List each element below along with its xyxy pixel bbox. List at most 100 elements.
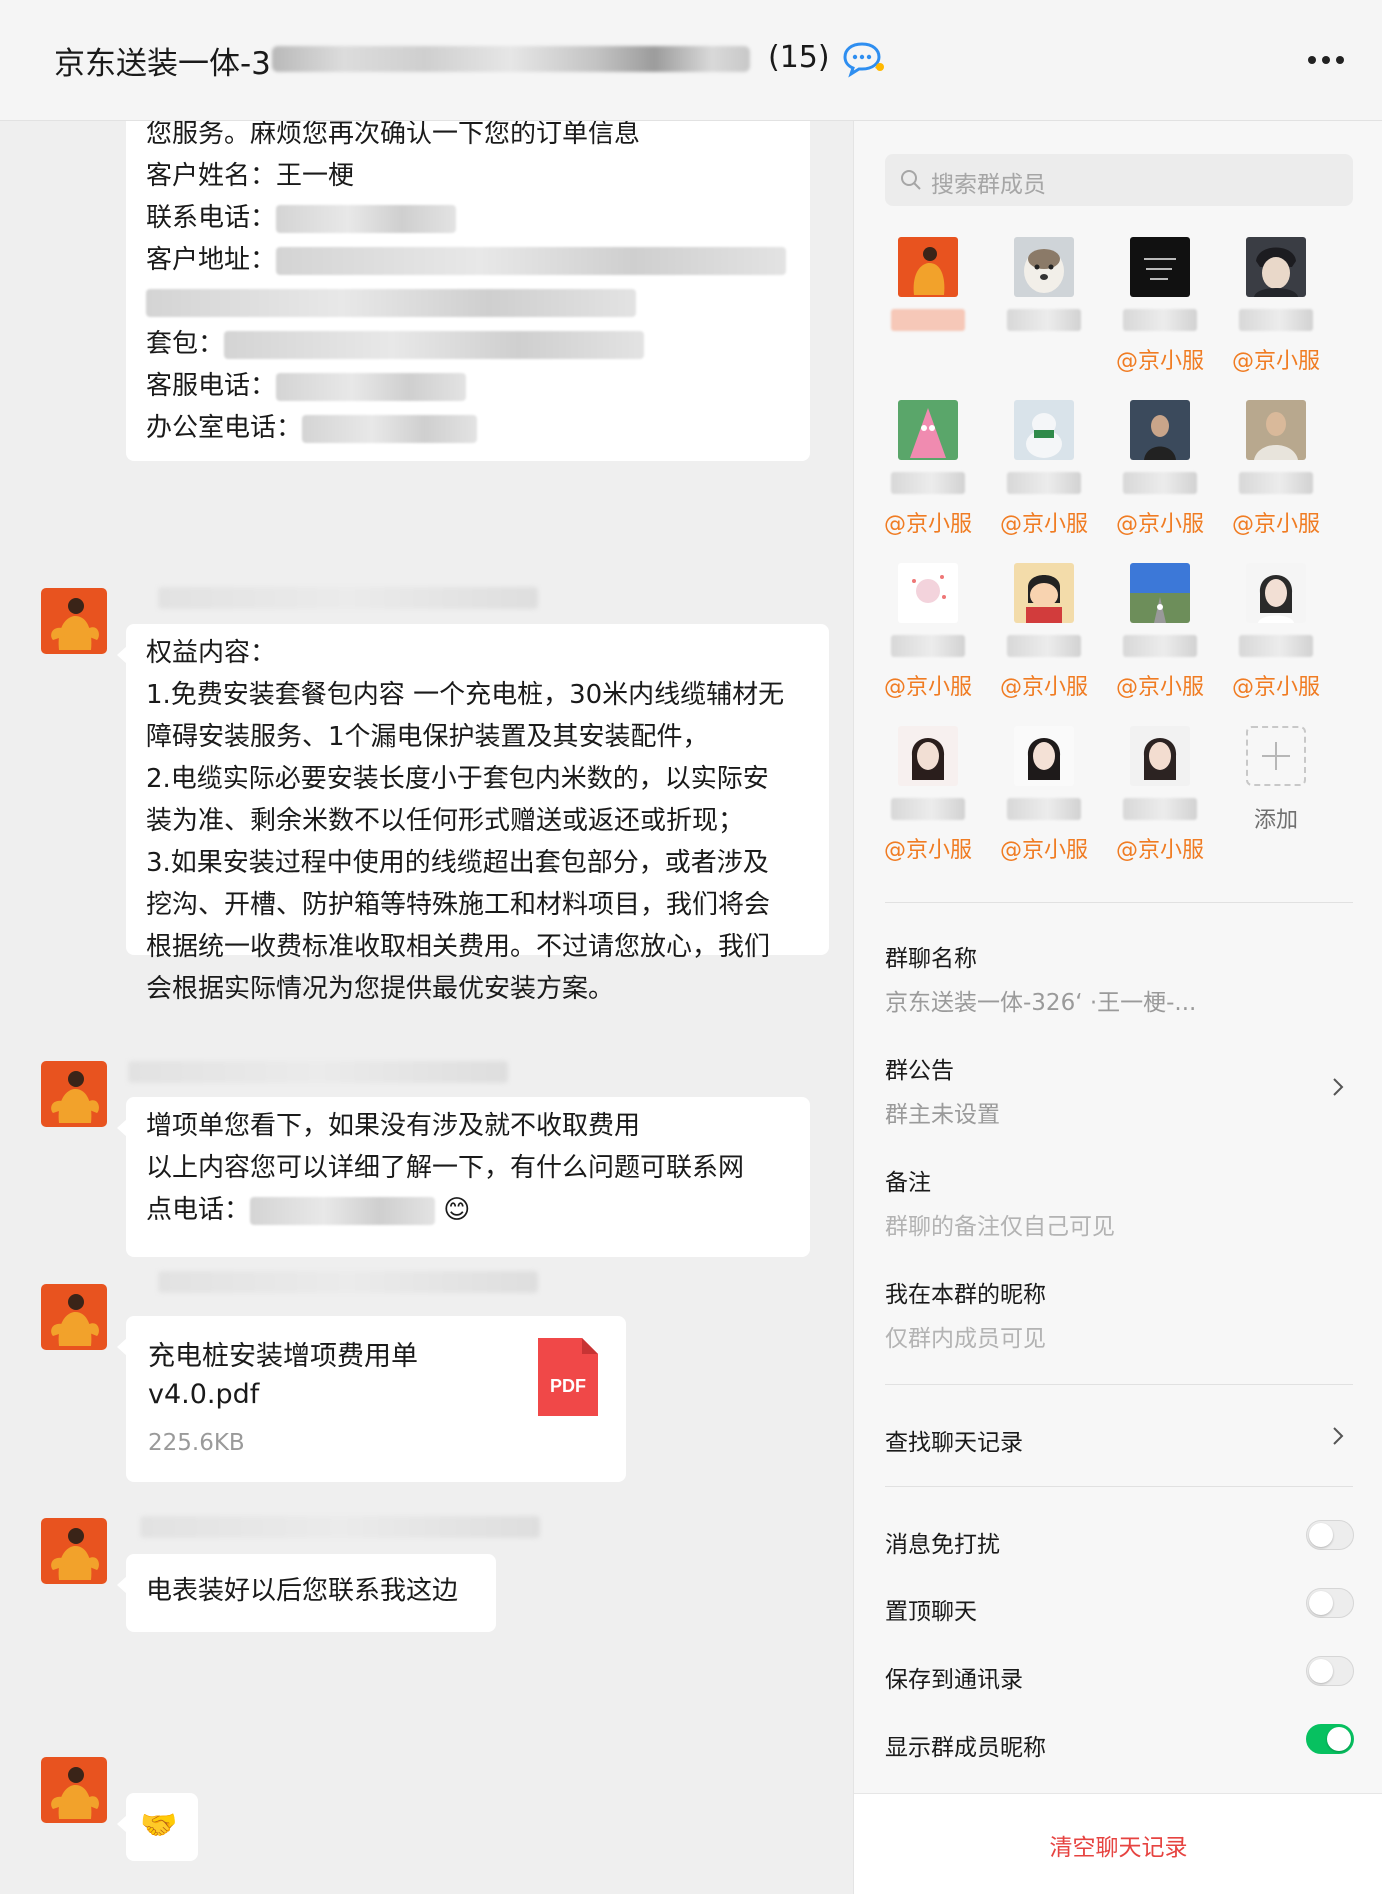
file-size: 225.6KB (148, 1430, 245, 1456)
find-history-button[interactable]: 查找聊天记录 (885, 1423, 1023, 1457)
message-text: 权益内容： (146, 638, 277, 668)
save-contacts-toggle[interactable] (1306, 1656, 1354, 1686)
nickname-input[interactable]: 仅群内成员可见 (885, 1319, 1046, 1353)
member-avatar (1246, 400, 1306, 460)
chat-bubble-icon[interactable] (842, 40, 886, 80)
member-item[interactable]: @京小服 (989, 563, 1099, 713)
message-bubble[interactable]: 电表装好以后您联系我这边 (117, 1554, 496, 1632)
member-item[interactable]: @京小服 (1105, 563, 1215, 713)
avatar[interactable] (41, 1757, 107, 1823)
member-item[interactable]: @京小服 (989, 726, 1099, 876)
more-icon[interactable] (1308, 56, 1344, 64)
member-item[interactable]: @京小服 (1105, 400, 1215, 550)
search-icon (901, 170, 921, 190)
show-nicknames-label: 显示群成员昵称 (885, 1735, 1046, 1761)
file-message[interactable]: 充电桩安装增项费用单 v4.0.pdf 225.6KB PDF (117, 1316, 626, 1482)
pdf-icon: PDF (538, 1338, 598, 1416)
add-member-label: 添加 (1253, 808, 1298, 833)
member-item[interactable]: @京小服 (1221, 400, 1331, 550)
avatar[interactable] (41, 1518, 107, 1584)
remark-label: 备注 (885, 1170, 931, 1196)
message-text: 客户姓名：王一梗 (146, 161, 355, 191)
pdf-label: PDF (550, 1376, 586, 1396)
remark-input[interactable]: 群聊的备注仅自己可见 (885, 1207, 1115, 1241)
group-name-value[interactable]: 京东送装一体-326‘ ·王一梗-... (885, 983, 1196, 1017)
message-text: 会根据实际情况为您提供最优安装方案。 (146, 974, 615, 1004)
redacted-service-phone (276, 372, 467, 401)
member-tag: @京小服 (1231, 512, 1320, 537)
redacted-phone (276, 204, 457, 233)
member-avatar (1014, 400, 1074, 460)
message-bubble[interactable]: 🤝 (117, 1793, 198, 1861)
announcement-value: 群主未设置 (885, 1102, 1000, 1128)
redacted-office-phone (302, 414, 478, 443)
avatar[interactable] (41, 1284, 107, 1350)
member-tag: @京小服 (1115, 349, 1204, 374)
member-avatar (1014, 563, 1074, 623)
redacted-phone (250, 1196, 436, 1225)
member-avatar (898, 563, 958, 623)
chevron-right-icon[interactable] (1331, 1425, 1345, 1447)
add-member-icon (1246, 726, 1306, 786)
sender-name-redacted (158, 587, 538, 609)
member-item[interactable]: @京小服 (873, 726, 983, 876)
redacted-package (224, 330, 645, 359)
member-avatar (1130, 563, 1190, 623)
chat-area[interactable]: 您服务。麻烦您再次确认一下您的订单信息 客户姓名：王一梗 联系电话： 客户地址：… (0, 121, 853, 1894)
search-placeholder: 搜索群成员 (931, 172, 1046, 198)
clear-history-button[interactable]: 清空聊天记录 (854, 1828, 1382, 1862)
member-item[interactable]: @京小服 (873, 400, 983, 550)
member-item[interactable]: @京小服 (873, 563, 983, 713)
member-tag: @京小服 (883, 675, 972, 700)
message-text: 您服务。麻烦您再次确认一下您的订单信息 (146, 121, 641, 149)
member-avatar (1014, 237, 1074, 297)
member-name-redacted (1007, 309, 1081, 331)
divider (885, 1486, 1353, 1487)
nickname-label: 我在本群的昵称 (885, 1282, 1046, 1308)
member-search-input[interactable]: 搜索群成员 (885, 154, 1353, 206)
member-tag: @京小服 (1231, 675, 1320, 700)
sender-name-redacted (158, 1271, 538, 1293)
member-avatar (1130, 237, 1190, 297)
member-name-redacted (1007, 635, 1081, 657)
member-item[interactable]: @京小服 (989, 400, 1099, 550)
avatar[interactable] (41, 1061, 107, 1127)
member-item[interactable] (873, 237, 983, 387)
member-item[interactable]: @京小服 (1105, 726, 1215, 876)
member-name-redacted (1239, 635, 1313, 657)
member-tag: @京小服 (999, 838, 1088, 863)
sender-name-redacted (140, 1516, 540, 1538)
member-name-redacted (1239, 472, 1313, 494)
member-avatar (898, 726, 958, 786)
member-item[interactable]: @京小服 (1221, 237, 1331, 387)
message-text: 套包： (146, 329, 225, 359)
member-avatar (1246, 237, 1306, 297)
show-nicknames-toggle[interactable] (1306, 1724, 1354, 1754)
member-item[interactable]: @京小服 (1105, 237, 1215, 387)
member-name-redacted (1123, 309, 1197, 331)
message-text: 增项单您看下，如果没有涉及就不收取费用 (146, 1111, 641, 1141)
message-bubble[interactable]: 权益内容： 1.免费安装套餐包内容 一个充电桩，30米内线缆辅材无 障碍安装服务… (117, 624, 829, 1004)
message-text: 电表装好以后您联系我这边 (146, 1576, 459, 1606)
member-tag: @京小服 (999, 512, 1088, 537)
member-name-redacted (891, 309, 965, 331)
mute-toggle[interactable] (1306, 1520, 1354, 1550)
pin-toggle[interactable] (1306, 1588, 1354, 1618)
message-text: 以上内容您可以详细了解一下，有什么问题可联系网 (146, 1153, 745, 1183)
chevron-right-icon[interactable] (1331, 1076, 1345, 1098)
file-name-ext: v4.0.pdf (148, 1379, 260, 1410)
member-item[interactable]: @京小服 (1221, 563, 1331, 713)
file-name: 充电桩安装增项费用单 (148, 1341, 418, 1372)
member-item[interactable] (989, 237, 1099, 387)
redacted-address-2 (146, 288, 636, 317)
message-text: 办公室电话： (146, 413, 303, 443)
message-text: 点电话： (146, 1195, 251, 1225)
member-name-redacted (1123, 635, 1197, 657)
announcement-label[interactable]: 群公告 (885, 1051, 954, 1085)
message-bubble[interactable]: 您服务。麻烦您再次确认一下您的订单信息 客户姓名：王一梗 联系电话： 客户地址：… (126, 121, 810, 461)
add-member-button[interactable]: 添加 (1221, 726, 1331, 876)
member-count: (15) (768, 40, 830, 75)
clear-history-bar: 清空聊天记录 (854, 1793, 1382, 1894)
avatar[interactable] (41, 588, 107, 654)
message-bubble[interactable]: 增项单您看下，如果没有涉及就不收取费用 以上内容您可以详细了解一下，有什么问题可… (117, 1097, 810, 1257)
